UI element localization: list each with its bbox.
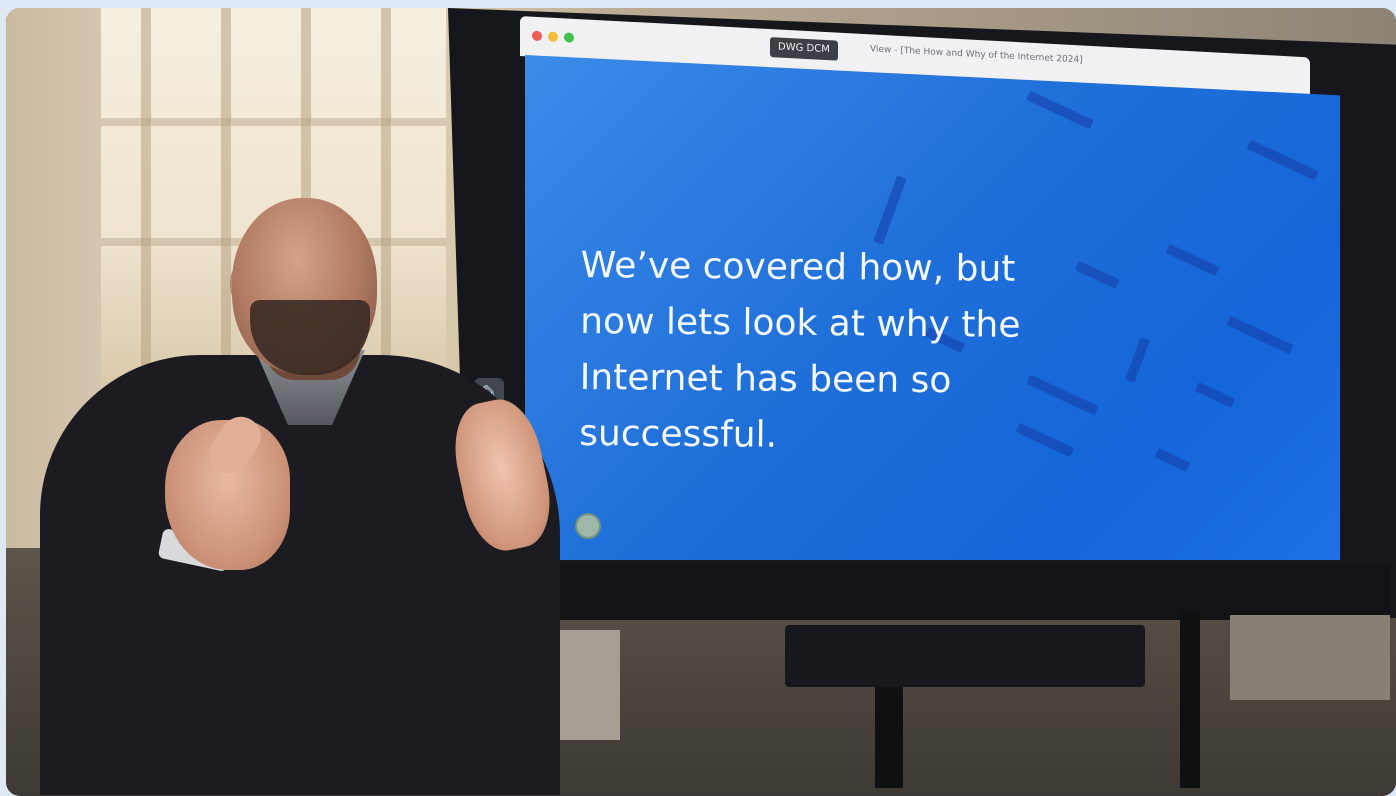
presenter <box>0 0 1390 795</box>
